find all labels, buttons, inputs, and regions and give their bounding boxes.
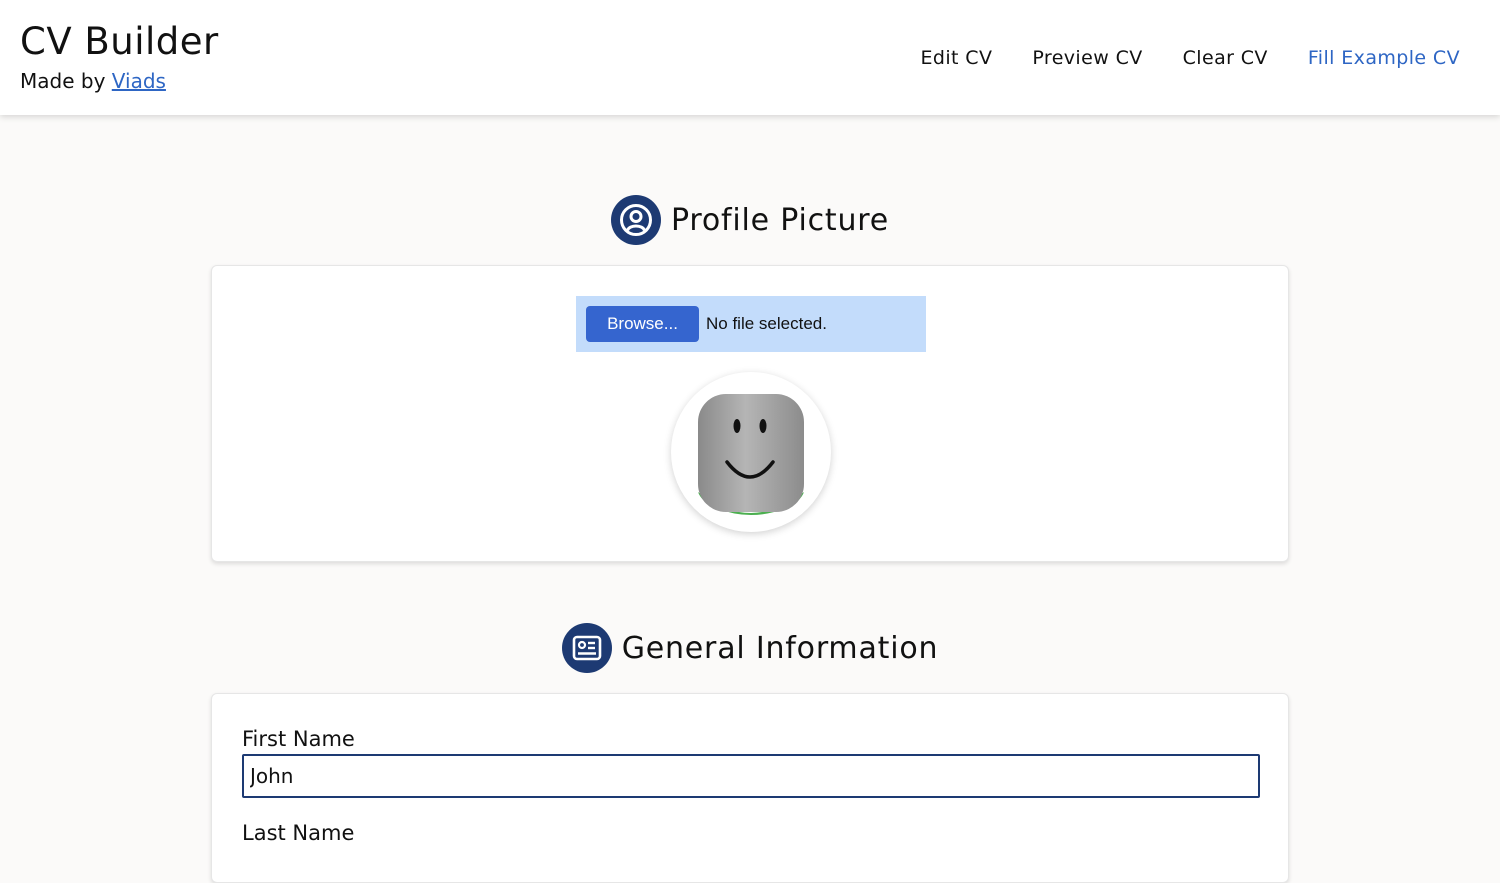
default-avatar-image bbox=[698, 394, 804, 522]
file-status: No file selected. bbox=[706, 314, 827, 333]
section-title: Profile Picture bbox=[671, 202, 889, 238]
section-title: General Information bbox=[621, 630, 939, 666]
browse-button[interactable]: Browse... bbox=[586, 306, 699, 342]
user-circle-icon bbox=[611, 195, 661, 245]
profile-picture-heading: Profile Picture bbox=[0, 195, 1500, 245]
id-card-icon bbox=[561, 623, 612, 673]
last-name-label: Last Name bbox=[242, 821, 355, 845]
top-bar: CV Builder Made by Viads Edit CV Preview… bbox=[0, 0, 1500, 115]
file-picker[interactable]: Browse... No file selected. bbox=[576, 296, 926, 352]
nav-clear-cv[interactable]: Clear CV bbox=[1183, 44, 1268, 72]
profile-picture-card: Browse... No file selected. bbox=[211, 265, 1289, 562]
nav-fill-example-cv[interactable]: Fill Example CV bbox=[1308, 44, 1460, 72]
main-nav: Edit CV Preview CV Clear CV Fill Example… bbox=[920, 44, 1460, 72]
avatar bbox=[671, 372, 831, 532]
author-link[interactable]: Viads bbox=[112, 69, 166, 93]
first-name-input[interactable] bbox=[242, 754, 1260, 798]
made-by-prefix: Made by bbox=[20, 69, 106, 93]
nav-edit-cv[interactable]: Edit CV bbox=[920, 44, 992, 72]
made-by-line: Made by Viads bbox=[20, 66, 219, 96]
brand: CV Builder Made by Viads bbox=[20, 20, 219, 96]
first-name-label: First Name bbox=[242, 727, 355, 751]
general-information-heading: General Information bbox=[0, 623, 1500, 673]
general-information-card: First Name Last Name bbox=[211, 693, 1289, 883]
app-title: CV Builder bbox=[20, 20, 219, 63]
nav-preview-cv[interactable]: Preview CV bbox=[1032, 44, 1142, 72]
